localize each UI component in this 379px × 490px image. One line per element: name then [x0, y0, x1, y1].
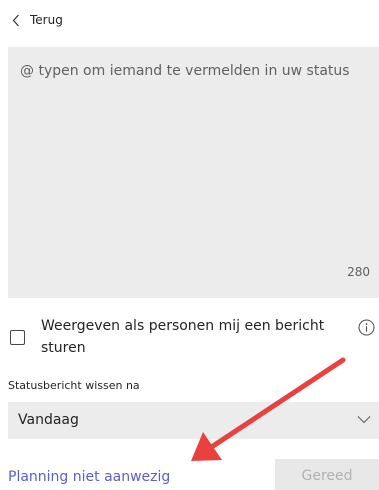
status-message-input[interactable]: @ typen om iemand te vermelden in uw sta…	[8, 47, 379, 298]
set-status-message-panel: Terug @ typen om iemand te vermelden in …	[0, 0, 379, 490]
show-when-messaging-option: Weergeven als personen mij een bericht s…	[8, 315, 379, 359]
back-button[interactable]: Terug	[12, 9, 63, 31]
info-icon[interactable]	[358, 319, 375, 336]
chevron-down-icon	[357, 416, 371, 424]
done-button[interactable]: Gereed	[275, 459, 379, 490]
clear-after-selected-value: Vandaag	[18, 412, 79, 428]
status-message-placeholder: @ typen om iemand te vermelden in uw sta…	[20, 63, 350, 79]
clear-after-label: Statusbericht wissen na	[8, 379, 140, 392]
character-counter: 280	[347, 265, 370, 279]
show-when-messaging-label: Weergeven als personen mij een bericht s…	[41, 318, 325, 356]
clear-after-dropdown[interactable]: Vandaag	[8, 402, 379, 439]
back-label: Terug	[30, 13, 63, 27]
schedule-out-of-office-link[interactable]: Planning niet aanwezig	[8, 469, 170, 485]
show-when-messaging-checkbox[interactable]	[10, 330, 25, 345]
chevron-left-icon	[12, 14, 19, 26]
